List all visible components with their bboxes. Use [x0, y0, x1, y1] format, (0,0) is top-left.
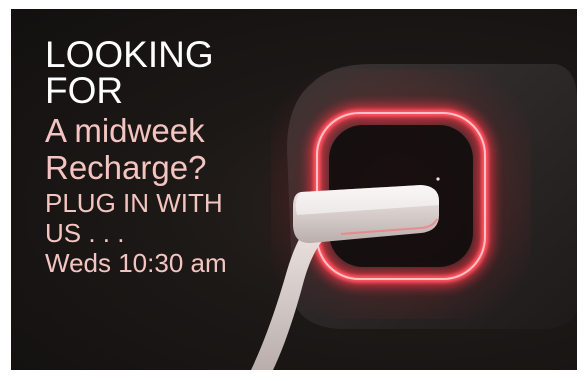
- poster-frame: LOOKING FOR A midweek Recharge? PLUG IN …: [11, 9, 577, 370]
- headline-line-plug-in: PLUG IN WITH: [45, 188, 223, 218]
- poster-headline: LOOKING FOR A midweek Recharge? PLUG IN …: [45, 34, 227, 278]
- headline-line-looking: LOOKING: [45, 34, 214, 75]
- headline-line-time: Weds 10:30 am: [45, 248, 227, 278]
- headline-line-recharge: Recharge?: [45, 149, 207, 186]
- indicator-dot: [436, 177, 440, 181]
- headline-line-midweek: A midweek: [45, 112, 205, 149]
- headline-line-us: US . . .: [45, 218, 125, 248]
- headline-line-for: FOR: [45, 70, 124, 111]
